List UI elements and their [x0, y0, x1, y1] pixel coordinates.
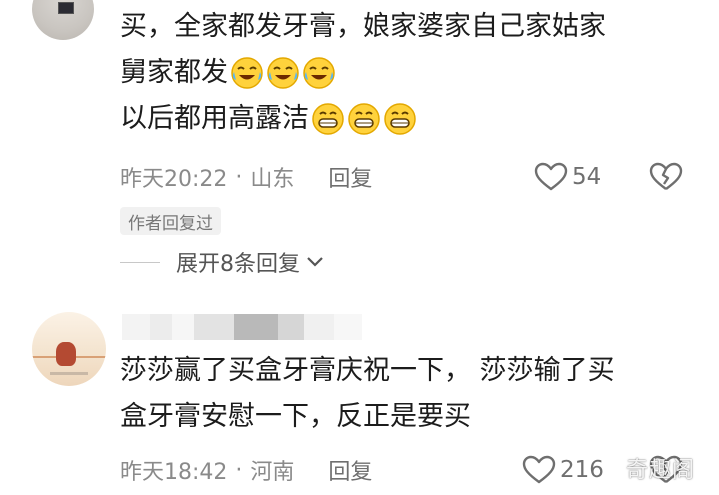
reply-button[interactable]: 回复 — [328, 454, 372, 486]
like-count: 54 — [572, 164, 602, 190]
username-redacted — [122, 314, 362, 340]
dislike-button[interactable] — [649, 161, 683, 197]
location: 山东 — [250, 167, 295, 192]
broken-heart-icon — [649, 162, 683, 190]
expand-replies-button[interactable]: 展开8条回复 — [120, 247, 324, 277]
separator-dot: · — [235, 164, 243, 190]
comment-meta: 昨天20:22 · 山东 回复 — [120, 161, 372, 193]
heart-icon — [534, 162, 568, 191]
like-button[interactable]: 216 — [522, 455, 604, 485]
tears-of-joy-emoji — [230, 56, 336, 90]
location: 河南 — [250, 460, 295, 485]
comment-meta: 昨天18:42 · 河南 回复 — [120, 454, 372, 486]
comment-body: 买，全家都发牙膏，娘家婆家自己家姑家 舅家都发 以后都用高露洁 — [120, 4, 606, 142]
avatar[interactable] — [32, 312, 106, 386]
avatar[interactable] — [32, 0, 94, 40]
comment-text-line: 莎莎赢了买盒牙膏庆祝一下， 莎莎输了买 — [120, 355, 615, 386]
separator-dot: · — [235, 457, 243, 483]
chevron-down-icon — [307, 257, 323, 267]
like-count: 216 — [560, 457, 604, 483]
site-watermark: 奇趣阁 — [626, 458, 696, 483]
heart-icon — [522, 455, 556, 484]
timestamp: 昨天20:22 — [120, 167, 228, 192]
comment-text-line: 盒牙膏安慰一下，反正是要买 — [120, 401, 471, 432]
author-replied-badge: 作者回复过 — [120, 207, 221, 235]
comment-text-line: 买，全家都发牙膏，娘家婆家自己家姑家 — [120, 11, 606, 42]
comment-text-line: 以后都用高露洁 — [120, 103, 309, 134]
comment-text-line: 舅家都发 — [120, 57, 228, 88]
divider — [120, 261, 160, 263]
like-button[interactable]: 54 — [534, 162, 601, 192]
reply-button[interactable]: 回复 — [328, 161, 372, 193]
timestamp: 昨天18:42 — [120, 460, 228, 485]
grinning-face-emoji — [311, 102, 417, 136]
comment-feed: 买，全家都发牙膏，娘家婆家自己家姑家 舅家都发 以后都用高露洁 昨天20:22 … — [0, 0, 719, 495]
comment-body: 莎莎赢了买盒牙膏庆祝一下， 莎莎输了买 盒牙膏安慰一下，反正是要买 — [120, 348, 615, 440]
expand-replies-label: 展开8条回复 — [176, 252, 300, 277]
